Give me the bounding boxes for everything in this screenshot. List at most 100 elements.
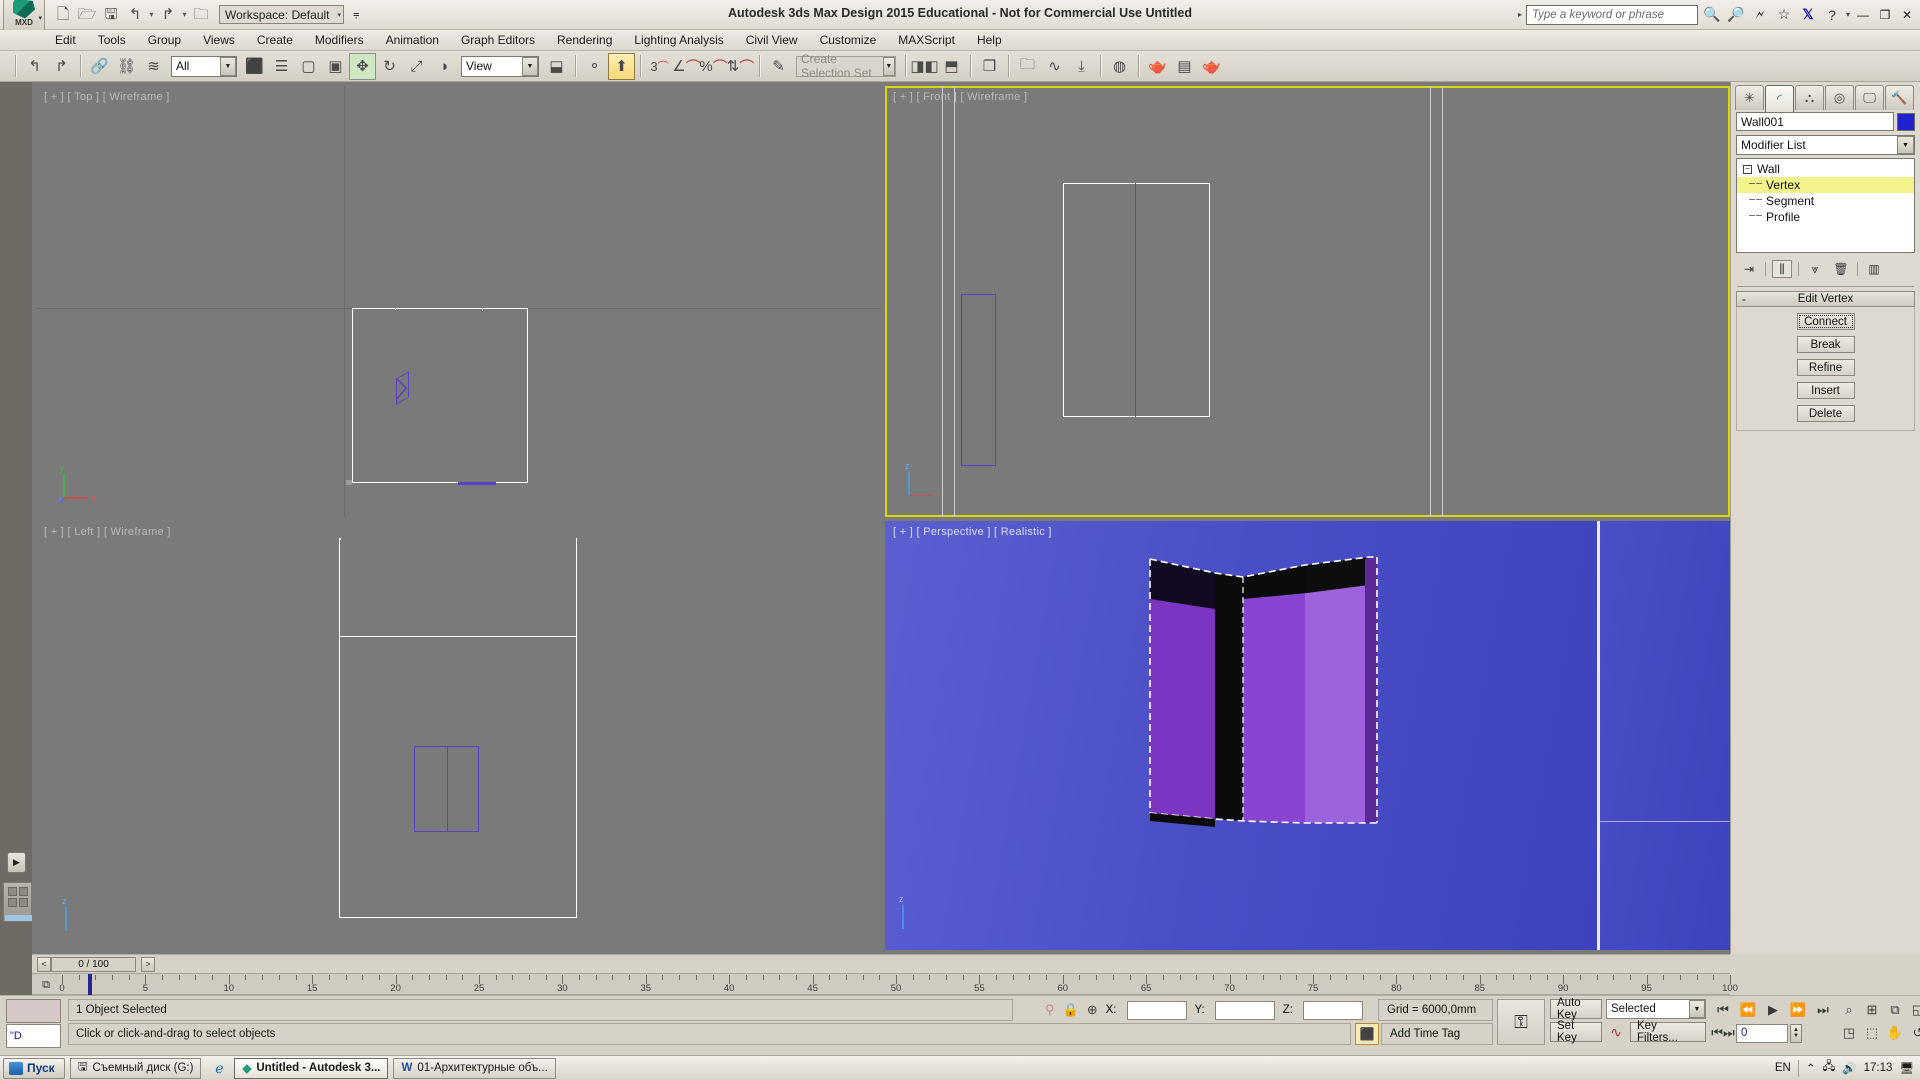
bind-to-space-warp-button[interactable]: ≋ xyxy=(140,53,167,80)
help-icon[interactable]: ? xyxy=(1822,5,1842,25)
maxscript-mini-listener-input[interactable]: "D xyxy=(6,1024,61,1048)
x-coordinate-field[interactable] xyxy=(1126,1000,1187,1020)
key-mode-toggle-icon[interactable]: ⏮⏭ xyxy=(1711,1022,1734,1044)
internet-explorer-icon[interactable]: ℯ xyxy=(209,1060,229,1077)
menu-item-animation[interactable]: Animation xyxy=(375,30,450,51)
select-and-manipulate-button[interactable]: ⚬ xyxy=(581,53,608,80)
new-file-icon[interactable]: 🗋 xyxy=(52,4,74,26)
search-input[interactable]: Type a keyword or phrase xyxy=(1525,4,1698,25)
set-project-folder-icon[interactable]: 🗀 xyxy=(190,4,212,26)
snaps-toggle-button[interactable]: 3 ⌒ xyxy=(646,53,673,80)
use-center-flyout-button[interactable]: ◑ xyxy=(430,53,457,80)
render-setup-button[interactable]: 🫖 xyxy=(1144,53,1171,80)
connect-button[interactable]: Connect xyxy=(1796,313,1855,330)
select-object-button[interactable]: ⬛ xyxy=(241,53,268,80)
start-button[interactable]: Пуск xyxy=(3,1057,65,1079)
angle-snap-toggle-button[interactable]: ∠ ⌒ xyxy=(672,53,700,80)
restore-button[interactable]: ❐ xyxy=(1876,5,1894,25)
viewport-left[interactable]: [ + ] [ Left ] [ Wireframe ] z x xyxy=(36,521,881,950)
next-frame-button[interactable]: ⏩ xyxy=(1787,999,1809,1021)
play-animation-button[interactable]: ▶ xyxy=(1762,999,1784,1021)
y-coordinate-field[interactable] xyxy=(1214,1000,1275,1020)
toolbar-grip[interactable] xyxy=(15,55,16,77)
modifier-stack-item-vertex[interactable]: ┄┄ Vertex xyxy=(1737,177,1914,193)
parameter-curve-out-of-range-icon[interactable]: ∿ xyxy=(1606,1022,1626,1042)
close-button[interactable]: ✕ xyxy=(1898,5,1916,25)
maxscript-mini-listener-output[interactable] xyxy=(6,999,61,1023)
utilities-tab[interactable]: 🔨 xyxy=(1885,85,1914,110)
track-bar[interactable]: ⧉ 0 5 10 15 20 25 30 35 40 45 50 55 60 65 70 75 80 85 90 95… xyxy=(32,973,1738,996)
expand-panel-button[interactable]: ▶ xyxy=(7,852,26,873)
select-and-link-button[interactable]: 🔗 xyxy=(86,53,113,80)
clock[interactable]: 17:13 xyxy=(1864,1062,1893,1074)
rendered-frame-window-button[interactable]: ▤ xyxy=(1171,53,1198,80)
redo-arrow-icon[interactable]: ↱ xyxy=(157,4,179,26)
menu-item-tools[interactable]: Tools xyxy=(87,30,137,51)
object-color-swatch[interactable] xyxy=(1897,112,1915,131)
z-coordinate-field[interactable] xyxy=(1302,1000,1363,1020)
qat-overflow-icon[interactable]: ⩦ xyxy=(353,8,359,21)
zoom-button[interactable]: ⌕ xyxy=(1838,999,1860,1021)
viewport-layout-tab[interactable] xyxy=(3,882,32,922)
previous-frame-button[interactable]: ⏪ xyxy=(1737,999,1759,1021)
timeline-ruler[interactable]: 0 5 10 15 20 25 30 35 40 45 50 55 60 65 70 75 80 85 90 95 10… xyxy=(59,974,1738,996)
display-tab[interactable]: 🖵 xyxy=(1855,85,1884,110)
current-frame-input[interactable]: 0 xyxy=(1736,1023,1788,1043)
current-frame-field[interactable]: 0 / 100 xyxy=(51,956,136,972)
undo-button[interactable]: ↰ xyxy=(21,53,48,80)
pan-view-button[interactable]: ✋ xyxy=(1884,1022,1906,1044)
break-button[interactable]: Break xyxy=(1796,336,1855,353)
select-and-scale-button[interactable]: ⤢ xyxy=(403,53,430,80)
menu-item-graph-editors[interactable]: Graph Editors xyxy=(450,30,546,51)
material-editor-button[interactable]: ◍ xyxy=(1106,53,1133,80)
open-mini-curve-editor-icon[interactable]: ⧉ xyxy=(35,976,57,994)
delete-button[interactable]: Delete xyxy=(1796,405,1855,422)
select-and-move-button[interactable]: ✥ xyxy=(349,52,376,80)
search-icon[interactable]: 🔍 xyxy=(1702,5,1722,25)
next-frame-arrow[interactable]: > xyxy=(141,956,155,972)
modifier-list-combo[interactable]: Modifier List ▼ xyxy=(1736,135,1915,155)
window-crossing-button[interactable]: ▣ xyxy=(322,53,349,80)
align-button[interactable]: ⬒ xyxy=(938,53,965,80)
help-dropdown-icon[interactable]: ▾ xyxy=(1846,10,1850,19)
open-folder-icon[interactable]: 🗁 xyxy=(76,4,98,26)
hierarchy-tab[interactable]: ⛬ xyxy=(1795,85,1824,110)
menu-item-rendering[interactable]: Rendering xyxy=(546,30,623,51)
save-icon[interactable]: 🖫 xyxy=(100,4,122,26)
show-hidden-icon[interactable]: ⌃ xyxy=(1806,1061,1816,1075)
minimize-button[interactable]: — xyxy=(1854,5,1872,25)
curve-editor-button[interactable]: ∿ xyxy=(1041,53,1068,80)
menu-item-edit[interactable]: Edit xyxy=(44,30,87,51)
mirror-button[interactable]: ◨◧ xyxy=(910,53,938,80)
object-name-input[interactable]: Wall001 xyxy=(1736,112,1894,131)
refine-button[interactable]: Refine xyxy=(1796,359,1855,376)
redo-dropdown-icon[interactable]: ▾ xyxy=(181,10,188,19)
render-production-button[interactable]: 🫖 xyxy=(1198,53,1225,80)
subscription-icon[interactable]: 🗲 xyxy=(1750,5,1770,25)
field-of-view-button[interactable]: ◳ xyxy=(1838,1022,1860,1044)
selection-lock-icon[interactable]: 🔒 xyxy=(1063,999,1079,1021)
set-key-button[interactable]: Set Key xyxy=(1550,1020,1602,1044)
spinner-snap-toggle-button[interactable]: ⇅ ⌒ xyxy=(727,53,755,80)
menu-item-maxscript[interactable]: MAXScript xyxy=(887,30,966,51)
zoom-extents-button[interactable]: ⧉ xyxy=(1884,999,1906,1021)
rectangular-selection-region-button[interactable]: ▢ xyxy=(295,53,322,80)
viewport-top[interactable]: [ + ] [ Top ] [ Wireframe ] y x z xyxy=(36,86,881,517)
menu-item-customize[interactable]: Customize xyxy=(809,30,888,51)
menu-item-modifiers[interactable]: Modifiers xyxy=(304,30,375,51)
taskbar-item-word[interactable]: W 01-Архитектурные объ... xyxy=(393,1057,556,1079)
frame-spinner[interactable]: ▲ ▼ xyxy=(1790,1023,1802,1043)
set-key-mode-icon[interactable]: ⚿ xyxy=(1497,999,1545,1045)
schematic-view-button[interactable]: ⤓ xyxy=(1068,53,1095,80)
workspace-selector[interactable]: Workspace: Default ▾ xyxy=(219,5,345,24)
time-tag-icon[interactable]: ⬛ xyxy=(1355,1023,1379,1045)
add-time-tag-button[interactable]: Add Time Tag xyxy=(1381,1023,1493,1045)
remove-modifier-button[interactable]: 🗑 xyxy=(1831,260,1851,278)
go-to-end-button[interactable]: ⏭ xyxy=(1812,999,1834,1021)
redo-button[interactable]: ↱ xyxy=(48,53,75,80)
key-mode-combo[interactable]: Selected ▼ xyxy=(1606,999,1706,1019)
display-icon[interactable]: 🖥 xyxy=(1899,1061,1914,1075)
create-tab[interactable]: ✳ xyxy=(1735,85,1764,110)
volume-icon[interactable]: 🔊 xyxy=(1842,1061,1856,1075)
percent-snap-toggle-button[interactable]: % ⌒ xyxy=(699,53,727,80)
